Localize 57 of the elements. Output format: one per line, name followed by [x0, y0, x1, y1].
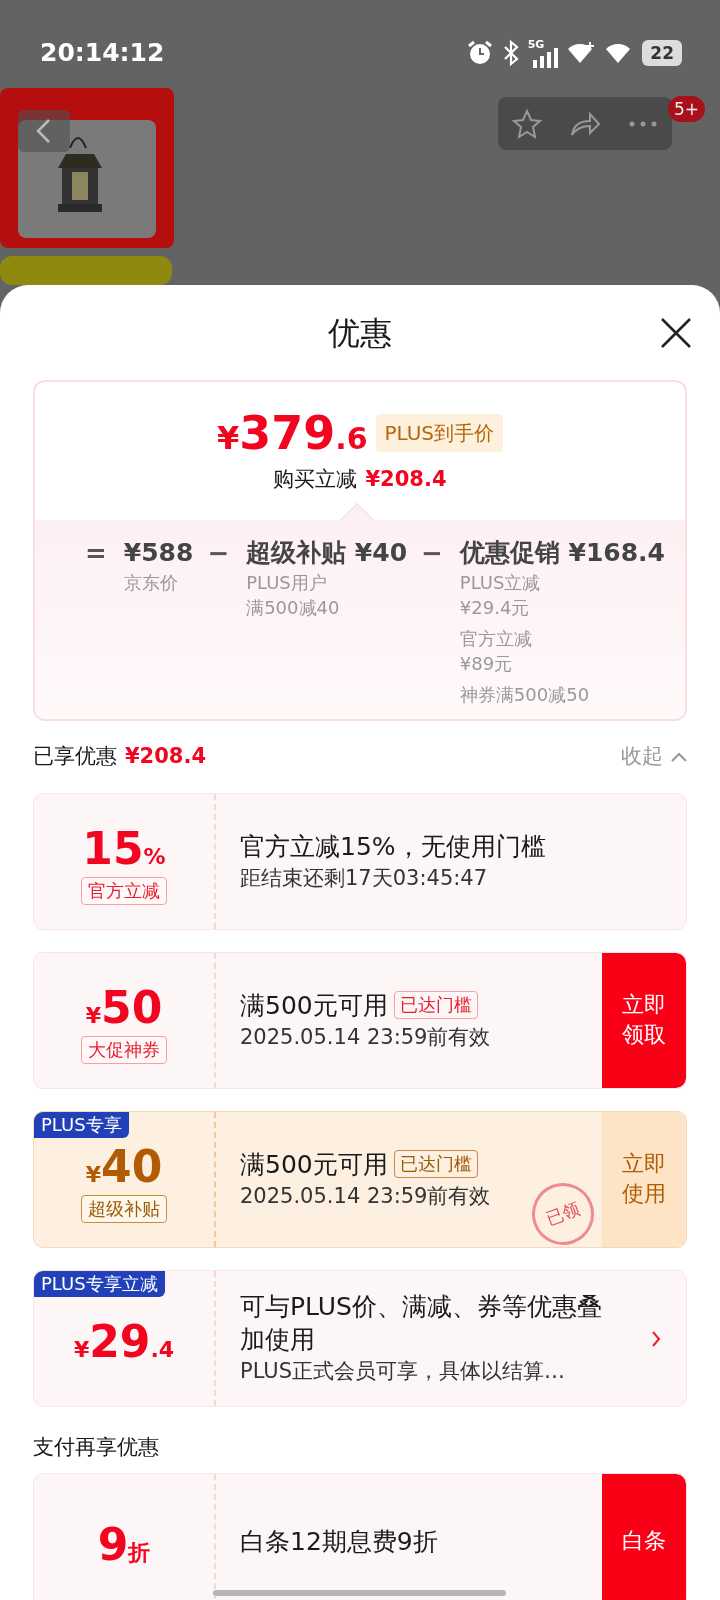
operator-sign: − — [207, 536, 231, 570]
coupon-action-button[interactable]: 立即领取 — [602, 952, 686, 1088]
status-time: 20:14:12 — [40, 37, 165, 70]
breakdown-note: 官方立减 — [459, 626, 533, 651]
coupon-title: 可与PLUS价、满减、券等优惠叠加使用 — [240, 1291, 603, 1356]
coupon-value: ¥50 — [85, 983, 163, 1033]
applied-amount: ¥208.4 — [125, 742, 207, 770]
threshold-status: 已达门槛 — [393, 990, 478, 1019]
battery-level: 22 — [642, 40, 682, 66]
star-icon — [511, 107, 543, 140]
coupon-type-label: 大促神券 — [81, 1036, 167, 1065]
coupon-title: 满500元可用 — [240, 990, 388, 1020]
breakdown-note: 满500减40 — [246, 595, 341, 620]
coupon-title: 官方立减15%，无使用门槛 — [240, 830, 546, 863]
collapse-toggle[interactable]: 收起 — [621, 740, 687, 773]
threshold-status: 已达门槛 — [393, 1149, 478, 1178]
coupon-action-button[interactable]: 立即使用 — [602, 1111, 686, 1247]
price-tag: PLUS到手价 — [375, 414, 504, 452]
operator-sign: = — [85, 536, 108, 570]
operator-sign: − — [421, 536, 444, 570]
savings-label: 购买立减 — [273, 466, 358, 493]
savings-amount: ¥208.4 — [365, 466, 447, 493]
breakdown-amount: 超级补贴 ¥40 — [246, 536, 408, 569]
final-price: ¥379.6 — [216, 410, 368, 456]
back-button[interactable] — [18, 110, 70, 152]
coupon-type-label: 官方立减 — [81, 877, 167, 906]
breakdown-note: 神券满500减50 — [459, 682, 591, 707]
plus-tag: PLUS专享立减 — [34, 1270, 165, 1297]
breakdown-note: PLUS用户 — [246, 570, 328, 595]
alarm-icon — [465, 39, 494, 67]
coupon-subtitle: 2025.05.14 23:59前有效 — [240, 1023, 491, 1051]
chevron-right-icon — [651, 1329, 661, 1348]
breakdown-note: PLUS立减 — [459, 570, 542, 595]
coupon-title: 白条12期息费9折 — [240, 1525, 438, 1558]
breakdown-note: 京东价 — [123, 570, 179, 595]
breakdown-amount: ¥588 — [123, 536, 194, 569]
coupon-subtitle: PLUS正式会员可享，具体以结算… — [240, 1358, 566, 1385]
coupon-subtitle: 距结束还剩17天03:45:47 — [240, 864, 488, 892]
coupon-value: ¥40 — [85, 1142, 163, 1192]
coupon-title: 满500元可用 — [240, 1149, 388, 1179]
coupon-action-button[interactable]: 白条 — [602, 1473, 686, 1600]
plus-tag: PLUS专享 — [34, 1111, 129, 1138]
network-label: 5G — [527, 36, 545, 53]
coupon-subtitle: 2025.05.14 23:59前有效 — [240, 1182, 491, 1210]
coupon-value: 15% — [82, 824, 166, 874]
bluetooth-icon — [501, 39, 520, 67]
breakdown-note: ¥89元 — [459, 651, 514, 676]
coupon-value: ¥29.4 — [73, 1317, 175, 1367]
coupon-value: 9折 — [97, 1520, 151, 1570]
breakdown-amount: 优惠促销 ¥168.4 — [459, 536, 665, 569]
breakdown-note: ¥29.4元 — [459, 595, 531, 620]
more-icon — [628, 120, 658, 128]
section-heading: 支付再享优惠 — [33, 1433, 159, 1461]
cart-count-badge: 5+ — [668, 96, 706, 122]
sheet-title: 优惠 — [328, 312, 392, 354]
coupon-type-label: 超级补贴 — [81, 1195, 167, 1224]
applied-label: 已享优惠 — [33, 742, 117, 770]
